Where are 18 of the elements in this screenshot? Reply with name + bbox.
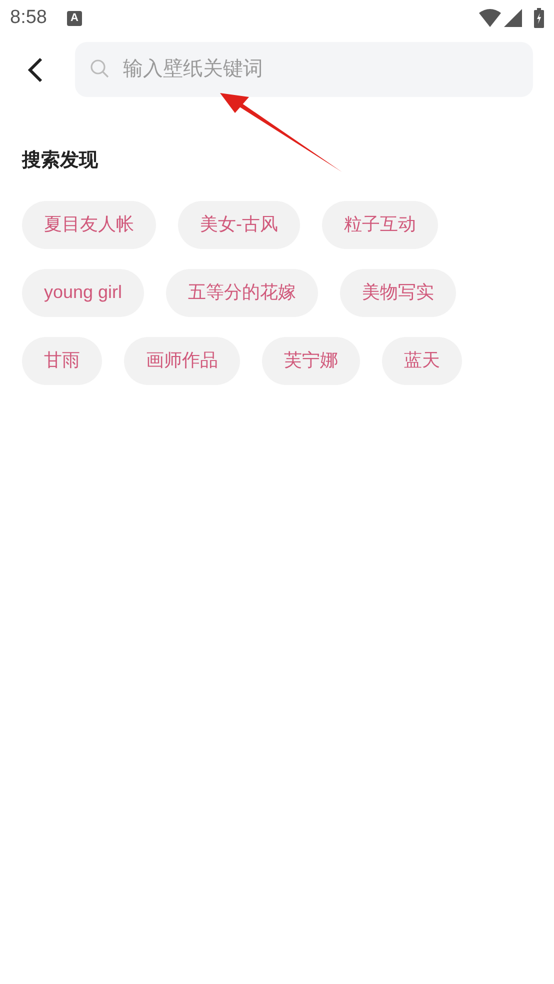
signal-icon <box>504 9 522 27</box>
section-title: 搜索发现 <box>22 148 99 173</box>
tag-chip[interactable]: 甘雨 <box>22 336 102 384</box>
wifi-icon <box>479 9 501 27</box>
tag-chip[interactable]: 粒子互动 <box>322 200 438 248</box>
tag-chip[interactable]: 夏目友人帐 <box>22 200 156 248</box>
tag-chip[interactable]: 芙宁娜 <box>262 336 360 384</box>
tag-chip[interactable]: 美物写实 <box>340 268 456 316</box>
battery-icon <box>534 8 544 28</box>
search-field[interactable]: 输入壁纸关键词 <box>75 42 533 97</box>
tag-chip[interactable]: 美女-古风 <box>178 200 300 248</box>
tag-chip[interactable]: 蓝天 <box>382 336 462 384</box>
search-icon <box>90 59 110 79</box>
notification-icon: A <box>66 10 82 26</box>
tag-chip[interactable]: 五等分的花嫁 <box>166 268 318 316</box>
tag-chip[interactable]: young girl <box>22 268 144 316</box>
status-time: 8:58 <box>10 6 47 30</box>
tag-chip[interactable]: 画师作品 <box>124 336 240 384</box>
